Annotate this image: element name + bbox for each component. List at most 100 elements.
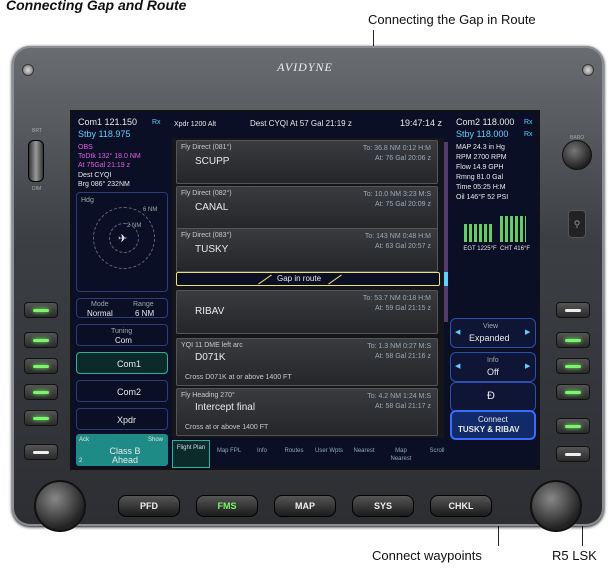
display-screen: Com1 121.150 Rx Stby 118.975 Xpdr 1200 A… — [70, 110, 540, 470]
flight-plan-leg[interactable]: RIBAV To: 53.7 NM 0:18 H:M At: 59 Gal 21… — [176, 290, 438, 334]
leg-header: Fly Heading 270° — [181, 392, 235, 399]
figure-title: Connecting Gap and Route — [6, 0, 187, 13]
lsk-l5[interactable] — [24, 410, 58, 426]
scrollbar-thumb[interactable] — [444, 272, 448, 286]
clock: 19:47:14 z — [400, 118, 443, 128]
arrow-left-icon: ◀ — [455, 363, 461, 370]
gap-slash — [328, 274, 342, 285]
arrow-right-icon: ▶ — [525, 363, 531, 370]
leg-waypoint: D071K — [195, 352, 226, 363]
xpdr-button[interactable]: Xpdr — [76, 408, 168, 430]
tab-user-wpts[interactable]: User Wpts — [314, 440, 344, 468]
egt-bars — [464, 224, 492, 242]
lsk-l6[interactable] — [24, 444, 58, 460]
com2-frequency[interactable]: Com2 118.000 — [456, 118, 514, 127]
map-button[interactable]: MAP — [274, 495, 336, 517]
scrollbar[interactable] — [444, 142, 448, 322]
ack-label: Ack — [79, 437, 90, 443]
com1-rx: Rx — [152, 119, 161, 126]
leg-distance: To: 10.0 NM 3:23 M:S — [363, 191, 431, 198]
tab-info[interactable]: Info — [250, 440, 274, 468]
brt-label: BRT — [32, 128, 42, 134]
connect-annotation-label: Connect waypoints — [372, 548, 482, 563]
leg-note: Cross D071K at or above 1400 FT — [185, 374, 292, 381]
connect-line2: TUSKY & RIBAV — [458, 425, 520, 434]
leg-distance: To: 4.2 NM 1:24 M:S — [367, 393, 431, 400]
tab-scroll[interactable]: Scroll — [422, 440, 452, 468]
screw-icon — [22, 64, 34, 76]
direct-to-button[interactable]: Ð — [450, 382, 536, 412]
view-button[interactable]: ◀ View Expanded ▶ — [450, 318, 536, 348]
tab-flight-plan[interactable]: Flight Plan — [172, 440, 210, 468]
leg-waypoint: Intercept final — [195, 402, 256, 413]
lsk-l2[interactable] — [24, 332, 58, 348]
tab-map-nearest[interactable]: Map Nearest — [384, 440, 418, 468]
right-knob[interactable] — [530, 480, 582, 532]
leg-fuel: At: 59 Gal 21:15 z — [374, 305, 431, 312]
lsk-r5[interactable] — [556, 418, 590, 434]
lsk-r2[interactable] — [556, 332, 590, 348]
tuning-button[interactable]: Tuning Com — [76, 324, 168, 346]
range-value: 6 NM — [135, 309, 155, 318]
com1-frequency[interactable]: Com1 121.150 — [78, 118, 137, 127]
leg-header: Fly Direct (081°) — [181, 144, 232, 151]
leg-distance: To: 1.3 NM 0:27 M:S — [367, 343, 431, 350]
fms-button[interactable]: FMS — [196, 495, 258, 517]
tab-routes[interactable]: Routes — [278, 440, 310, 468]
mini-map: Hdg 6 NM 2 NM ✈ — [76, 192, 168, 292]
lsk-l1[interactable] — [24, 302, 58, 318]
dim-label: DIM — [32, 186, 42, 192]
connect-button[interactable]: Connect TUSKY & RIBAV — [450, 410, 536, 440]
lsk-annotation-label: R5 LSK — [552, 548, 597, 563]
mode-value: Normal — [87, 309, 113, 318]
arrow-left-icon: ◀ — [455, 329, 461, 336]
flight-plan-leg[interactable]: Fly Direct (083°) TUSKY To: 143 NM 0:48 … — [176, 228, 438, 272]
info-button[interactable]: ◀ Info Off ▶ — [450, 352, 536, 382]
show-label: Show — [148, 437, 164, 443]
info-label: Info — [487, 357, 499, 364]
lsk-l3[interactable] — [24, 358, 58, 374]
mode-label: Mode — [91, 301, 109, 308]
bearing-field: Brg 086° 232NM — [78, 181, 130, 188]
connect-line1: Connect — [478, 415, 508, 424]
left-knob[interactable] — [34, 480, 86, 532]
arrow-right-icon: ▶ — [525, 329, 531, 336]
pfd-button[interactable]: PFD — [118, 495, 180, 517]
lsk-r4[interactable] — [556, 384, 590, 400]
com1-standby[interactable]: Stby 118.975 — [78, 130, 130, 139]
lsk-r6[interactable] — [556, 446, 590, 462]
avidyne-logo: AVIDYNE — [277, 60, 333, 74]
traffic-alert-box[interactable]: Ack Show Class B Ahead 2 — [76, 434, 168, 466]
alert-count: 2 — [79, 458, 83, 464]
flight-plan-leg[interactable]: Fly Direct (081°) SCUPP To: 36.8 NM 0:12… — [176, 140, 438, 184]
mode-range-button[interactable]: Mode Normal Range 6 NM — [76, 298, 168, 318]
com1-button[interactable]: Com1 — [76, 352, 168, 374]
tab-nearest[interactable]: Nearest — [348, 440, 380, 468]
range-label: Range — [133, 301, 154, 308]
usb-port-icon: ⚲ — [568, 210, 586, 238]
chkl-button[interactable]: CHKL — [430, 495, 492, 517]
com2-button[interactable]: Com2 — [76, 380, 168, 402]
fuel-remaining: Rmng 81.0 Gal — [456, 174, 504, 181]
leg-distance: To: 53.7 NM 0:18 H:M — [362, 295, 431, 302]
tab-map-fpl[interactable]: Map FPL — [214, 440, 244, 468]
brightness-toggle[interactable] — [28, 140, 44, 182]
baro-knob[interactable] — [562, 140, 592, 170]
lsk-r3[interactable] — [556, 358, 590, 374]
egt-label: EGT 1225°F — [463, 246, 497, 252]
view-label: View — [483, 323, 499, 330]
leg-fuel: At: 75 Gal 20:09 z — [374, 201, 431, 208]
leg-fuel: At: 63 Gal 20:57 z — [374, 243, 431, 250]
com2-standby[interactable]: Stby 118.000 — [456, 130, 508, 139]
lsk-l4[interactable] — [24, 384, 58, 400]
at-fuel: At 75Gal 21:19 z — [78, 162, 131, 169]
leg-waypoint: TUSKY — [195, 244, 229, 255]
xpdr-status[interactable]: Xpdr 1200 Alt — [174, 121, 216, 128]
flight-plan-leg[interactable]: Fly Heading 270° Intercept final To: 4.2… — [176, 388, 438, 436]
view-value: Expanded — [469, 333, 510, 343]
sys-button[interactable]: SYS — [352, 495, 414, 517]
lsk-r1[interactable] — [556, 302, 590, 318]
flight-plan-leg[interactable]: YQI 11 DME left arc D071K To: 1.3 NM 0:2… — [176, 338, 438, 386]
flight-plan-leg[interactable]: Fly Direct (082°) CANAL To: 10.0 NM 3:23… — [176, 186, 438, 230]
xpdr-button-label: Xpdr — [117, 415, 137, 425]
